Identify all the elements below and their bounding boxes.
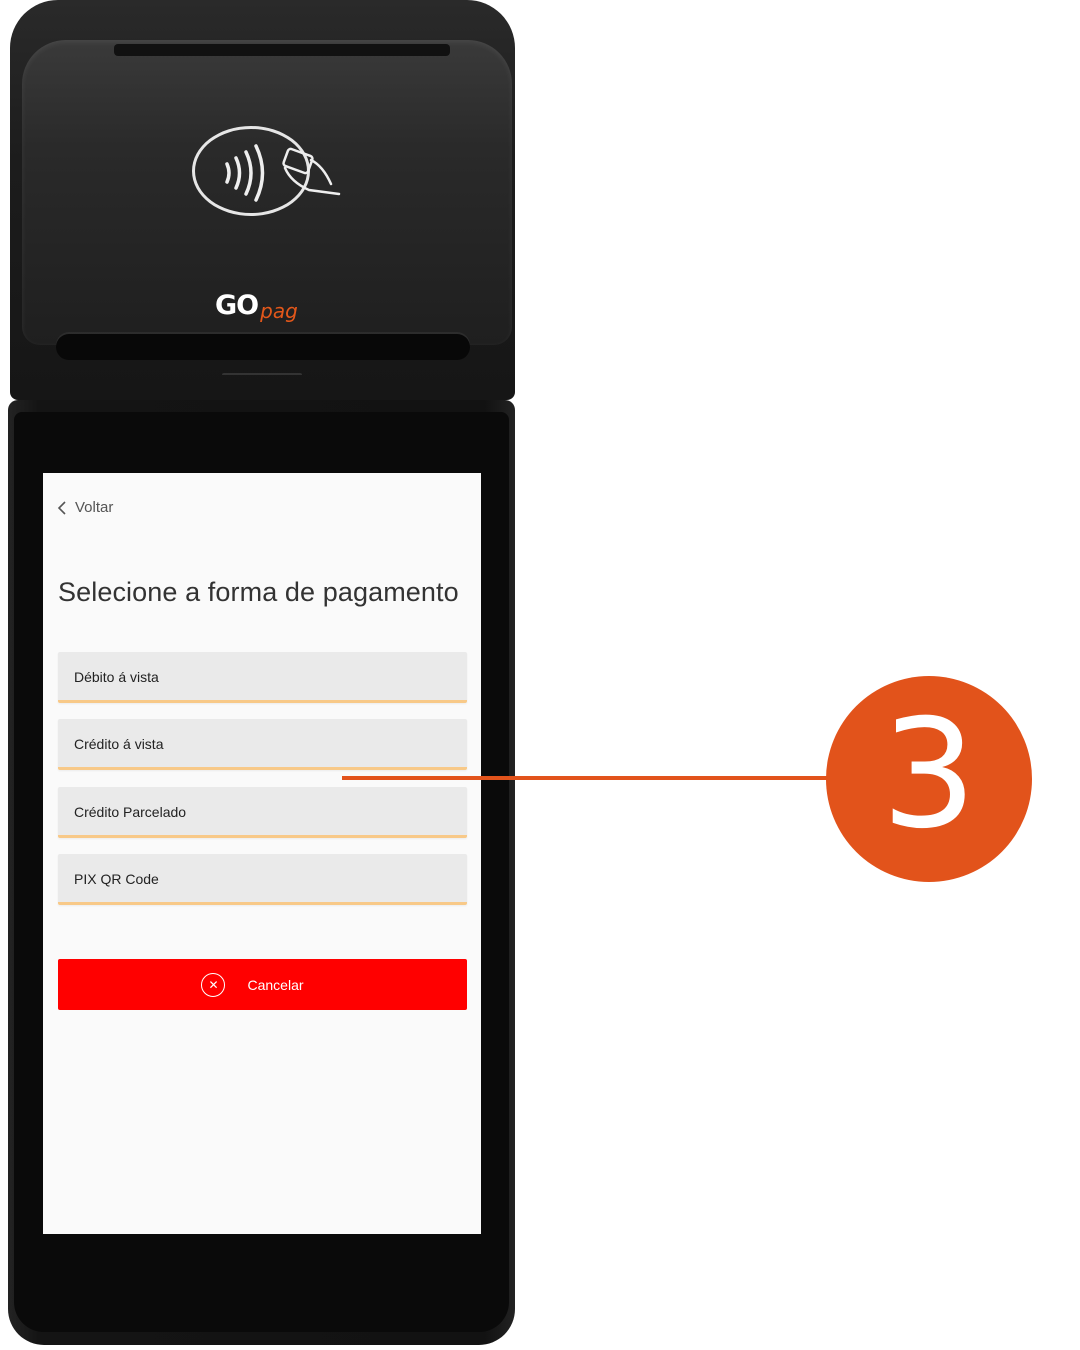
logo-pag-text: pag	[260, 299, 298, 323]
step-number: 3	[881, 688, 977, 862]
chevron-left-icon	[57, 500, 66, 515]
option-label: Débito á vista	[74, 669, 159, 685]
step-badge: 3	[826, 676, 1032, 882]
payment-screen: Voltar Selecione a forma de pagamento Dé…	[43, 473, 481, 1234]
close-circle-icon: ✕	[201, 972, 226, 997]
pos-terminal: GO pag Voltar Selecione a forma de pagame…	[0, 0, 530, 1350]
hinge-mark	[222, 373, 302, 389]
contactless-icon	[225, 144, 341, 202]
callout-line	[342, 776, 842, 780]
option-debito-a-vista[interactable]: Débito á vista	[58, 652, 467, 703]
option-credito-parcelado[interactable]: Crédito Parcelado	[58, 787, 467, 838]
option-credito-a-vista[interactable]: Crédito á vista	[58, 719, 467, 770]
logo-go-text: GO	[215, 290, 259, 321]
back-label: Voltar	[75, 499, 114, 516]
gopag-logo: GO pag	[215, 290, 325, 326]
page-title: Selecione a forma de pagamento	[58, 577, 459, 607]
option-label: PIX QR Code	[74, 871, 159, 887]
top-slot	[114, 44, 450, 56]
option-pix-qr-code[interactable]: PIX QR Code	[58, 854, 467, 905]
receipt-paper-slot	[56, 334, 470, 360]
option-label: Crédito á vista	[74, 736, 164, 752]
cancel-button[interactable]: ✕ Cancelar	[58, 959, 467, 1010]
back-button[interactable]: Voltar	[57, 499, 113, 516]
option-label: Crédito Parcelado	[74, 804, 187, 820]
cancel-label: Cancelar	[247, 976, 304, 993]
